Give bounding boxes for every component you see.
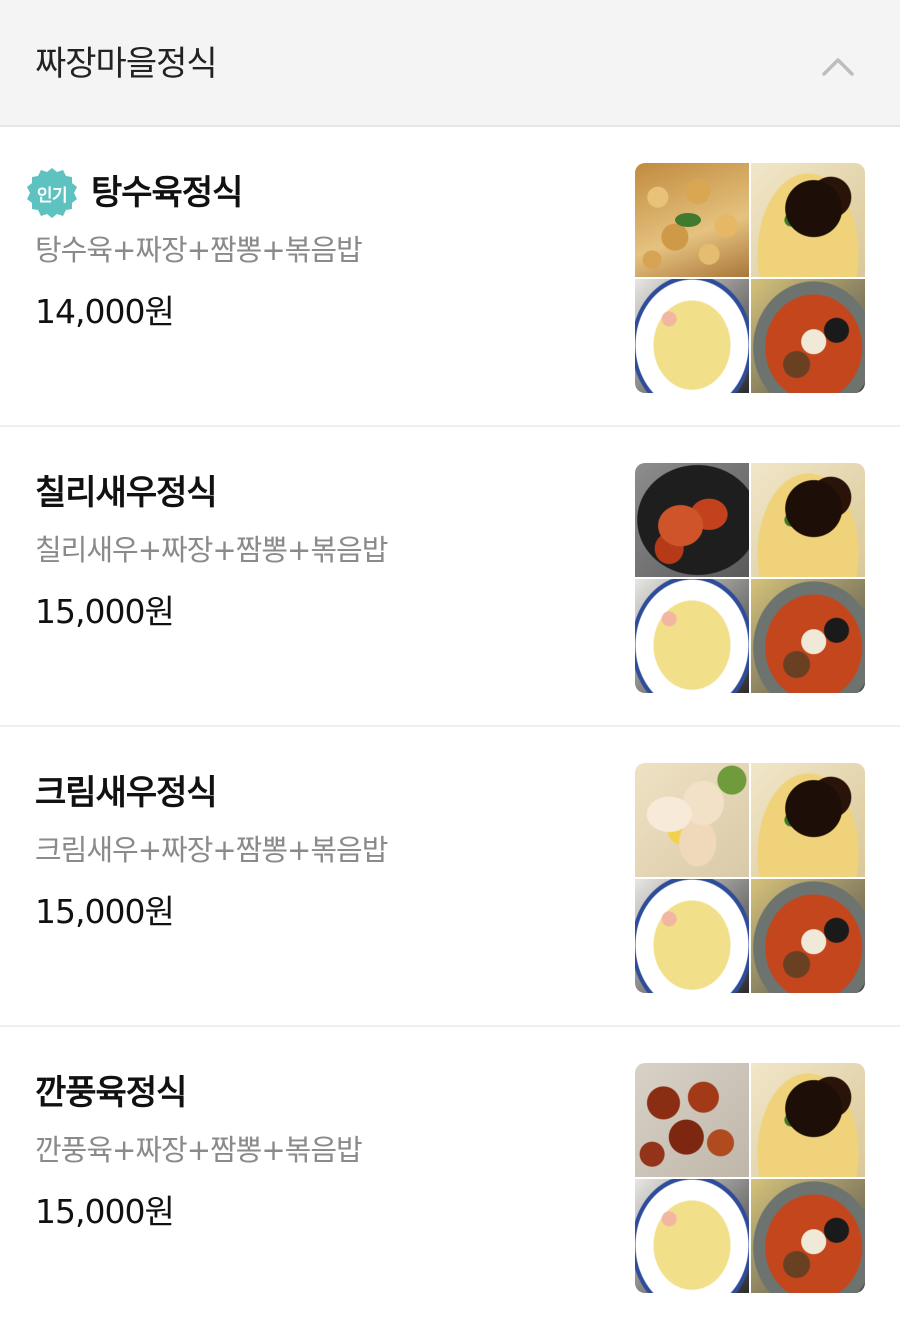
item-name-row: 깐풍육정식 [35,1067,187,1119]
jjajang-photo [751,463,865,577]
item-name-row: 인기 탕수육정식 [27,167,243,219]
category-title: 짜장마을정식 [35,44,218,84]
item-thumbnail[interactable] [635,463,865,693]
item-thumbnail[interactable] [635,163,865,393]
item-description: 칠리새우+짜장+짬뽕+볶음밥 [35,533,388,567]
chili-shrimp-photo [635,463,749,577]
jjajang-photo [751,763,865,877]
fried-rice-photo [635,1179,749,1293]
kkanpungyuk-photo [635,1063,749,1177]
jjambbong-photo [751,579,865,693]
item-name: 크림새우정식 [35,773,218,813]
item-name: 깐풍육정식 [35,1073,187,1113]
popular-badge: 인기 [25,166,79,220]
popular-badge-label: 인기 [36,185,68,206]
item-thumbnail[interactable] [635,763,865,993]
menu-item[interactable]: 깐풍육정식 깐풍육+짜장+짬뽕+볶음밥 15,000원 [0,1027,900,1322]
menu-item[interactable]: 크림새우정식 크림새우+짜장+짬뽕+볶음밥 15,000원 [0,727,900,1027]
item-thumbnail[interactable] [635,1063,865,1293]
menu-item[interactable]: 칠리새우정식 칠리새우+짜장+짬뽕+볶음밥 15,000원 [0,427,900,727]
item-name: 칠리새우정식 [35,473,218,513]
chevron-up-icon[interactable] [820,48,856,84]
fried-rice-photo [635,579,749,693]
fried-rice-photo [635,879,749,993]
item-description: 탕수육+짜장+짬뽕+볶음밥 [35,233,363,267]
jjambbong-photo [751,279,865,393]
item-price: 15,000원 [35,892,175,931]
cream-shrimp-photo [635,763,749,877]
jjajang-photo [751,1063,865,1177]
item-description: 깐풍육+짜장+짬뽕+볶음밥 [35,1133,363,1167]
item-name-row: 크림새우정식 [35,767,218,819]
fried-rice-photo [635,279,749,393]
jjambbong-photo [751,879,865,993]
menu-item[interactable]: 인기 탕수육정식 탕수육+짜장+짬뽕+볶음밥 14,000원 [0,127,900,427]
menu-page: 짜장마을정식 인기 탕수육정식 탕수육+짜장+짬뽕+볶음밥 14,000원 칠리… [0,0,900,1322]
jjajang-photo [751,163,865,277]
item-price: 15,000원 [35,1192,175,1231]
jjambbong-photo [751,1179,865,1293]
item-name-row: 칠리새우정식 [35,467,218,519]
tangsuyuk-photo [635,163,749,277]
item-name: 탕수육정식 [91,173,243,213]
category-header[interactable]: 짜장마을정식 [0,0,900,127]
item-price: 14,000원 [35,292,175,331]
item-description: 크림새우+짜장+짬뽕+볶음밥 [35,833,388,867]
item-price: 15,000원 [35,592,175,631]
